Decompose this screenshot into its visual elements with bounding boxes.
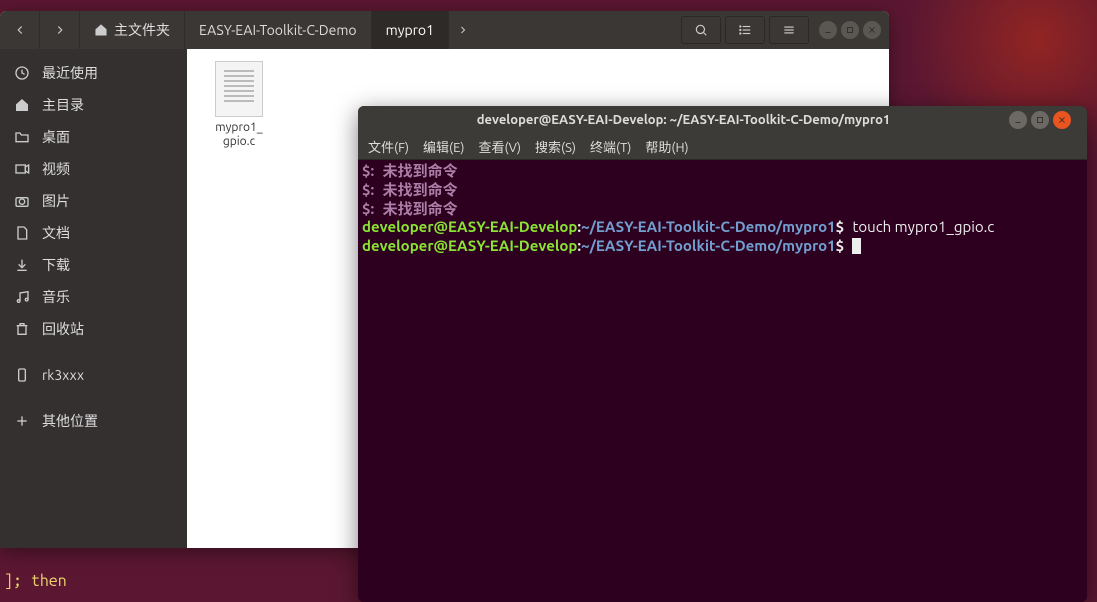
terminal-title: developer@EASY-EAI-Develop: ~/EASY-EAI-T… [366,113,1001,127]
breadcrumb-home[interactable]: 主文件夹 [80,11,185,49]
back-button[interactable] [0,11,40,49]
sidebar-item-downloads[interactable]: 下载 [0,249,187,281]
terminal-titlebar: developer@EASY-EAI-Develop: ~/EASY-EAI-T… [358,106,1087,134]
sidebar-item-documents[interactable]: 文档 [0,217,187,249]
breadcrumb-more-button[interactable] [449,11,477,49]
sidebar-item-device[interactable]: rk3xxx [0,359,187,391]
forward-button[interactable] [40,11,80,49]
terminal-cursor [852,238,861,254]
search-icon [694,23,708,37]
file-thumb-icon [215,61,263,117]
terminal-window: developer@EASY-EAI-Develop: ~/EASY-EAI-T… [358,106,1087,602]
sidebar-item-trash[interactable]: 回收站 [0,313,187,345]
terminal-maximize-button[interactable] [1031,111,1049,129]
close-button[interactable] [863,21,881,39]
sidebar-item-desktop[interactable]: 桌面 [0,121,187,153]
sidebar-item-other[interactable]: 其他位置 [0,405,187,437]
sidebar-item-videos[interactable]: 视频 [0,153,187,185]
camera-icon [14,193,30,209]
folder-icon [14,129,30,145]
window-controls [819,21,881,39]
view-toggle-button[interactable] [725,16,765,44]
video-icon [14,161,30,177]
minimize-button[interactable] [819,21,837,39]
file-item[interactable]: mypro1_gpio.c [199,61,279,150]
file-name: mypro1_gpio.c [199,121,279,150]
home-icon [14,97,30,113]
terminal-body[interactable]: $: 未找到命令 $: 未找到命令 $: 未找到命令 developer@EAS… [358,160,1087,602]
background-terminal-snippet: ]; then [4,572,67,590]
menu-view[interactable]: 查看(V) [479,137,521,156]
plus-icon [14,413,30,429]
sidebar-item-recent[interactable]: 最近使用 [0,57,187,89]
search-button[interactable] [681,16,721,44]
breadcrumb: 主文件夹 EASY-EAI-Toolkit-C-Demo mypro1 [80,11,477,49]
document-icon [14,225,30,241]
sidebar-item-pictures[interactable]: 图片 [0,185,187,217]
menu-edit[interactable]: 编辑(E) [423,137,464,156]
nav-group [0,11,80,49]
device-icon [14,367,30,383]
clock-icon [14,65,30,81]
trash-icon [14,321,30,337]
breadcrumb-home-label: 主文件夹 [114,20,170,40]
music-icon [14,289,30,305]
breadcrumb-item-1[interactable]: EASY-EAI-Toolkit-C-Demo [185,11,372,49]
menu-help[interactable]: 帮助(H) [645,137,688,156]
hamburger-icon [782,23,796,37]
menu-file[interactable]: 文件(F) [368,137,409,156]
hamburger-button[interactable] [769,16,809,44]
list-icon [738,23,752,37]
terminal-window-controls [1009,111,1071,129]
menu-search[interactable]: 搜索(S) [535,137,576,156]
home-icon [94,23,108,37]
maximize-button[interactable] [841,21,859,39]
sidebar-item-music[interactable]: 音乐 [0,281,187,313]
terminal-minimize-button[interactable] [1009,111,1027,129]
breadcrumb-item-2[interactable]: mypro1 [372,11,449,49]
titlebar: 主文件夹 EASY-EAI-Toolkit-C-Demo mypro1 [0,11,889,49]
terminal-menubar: 文件(F) 编辑(E) 查看(V) 搜索(S) 终端(T) 帮助(H) [358,134,1087,160]
sidebar: 最近使用 主目录 桌面 视频 图片 文档 下载 音乐 回收站 rk3xxx 其他… [0,49,187,548]
download-icon [14,257,30,273]
menu-terminal[interactable]: 终端(T) [590,137,631,156]
terminal-close-button[interactable] [1053,111,1071,129]
sidebar-item-home[interactable]: 主目录 [0,89,187,121]
